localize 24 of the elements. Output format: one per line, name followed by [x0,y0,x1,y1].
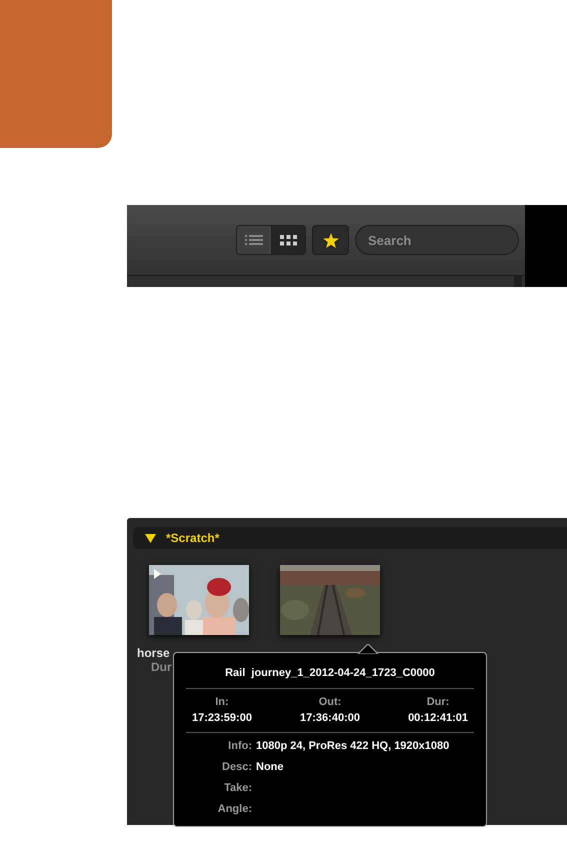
field-value: None [256,760,284,776]
timecode-value: 17:36:40:00 [300,711,360,726]
clip-title: Rail journey_1_2012-04-24_1723_C0000 [186,665,474,688]
clip-name: horse [137,646,170,660]
field-label: Desc: [221,760,252,776]
clip-duration: Dur [151,660,172,674]
field-label: Angle: [216,802,252,818]
bin-header[interactable]: *Scratch* [133,527,567,549]
grid-view-icon [280,234,297,246]
timecode-value: 00:12:41:01 [408,711,468,726]
field-value: 1080p 24, ProRes 422 HQ, 1920x1080 [256,739,450,754]
search-field[interactable]: Search [355,225,519,255]
star-icon [322,232,338,248]
grid-view-button[interactable] [271,226,305,254]
field-label: Take: [223,781,252,796]
field-label: Info: [227,739,252,754]
timecode-label: Out: [318,694,342,710]
timecode-label: Dur: [426,694,450,710]
list-view-icon [245,234,263,246]
favorites-button[interactable] [312,225,349,255]
timecode-value: 17:23:59:00 [192,711,252,726]
timecode-label: In: [215,694,229,710]
bin-title: *Scratch* [166,530,220,547]
scrollbar[interactable] [514,276,522,287]
